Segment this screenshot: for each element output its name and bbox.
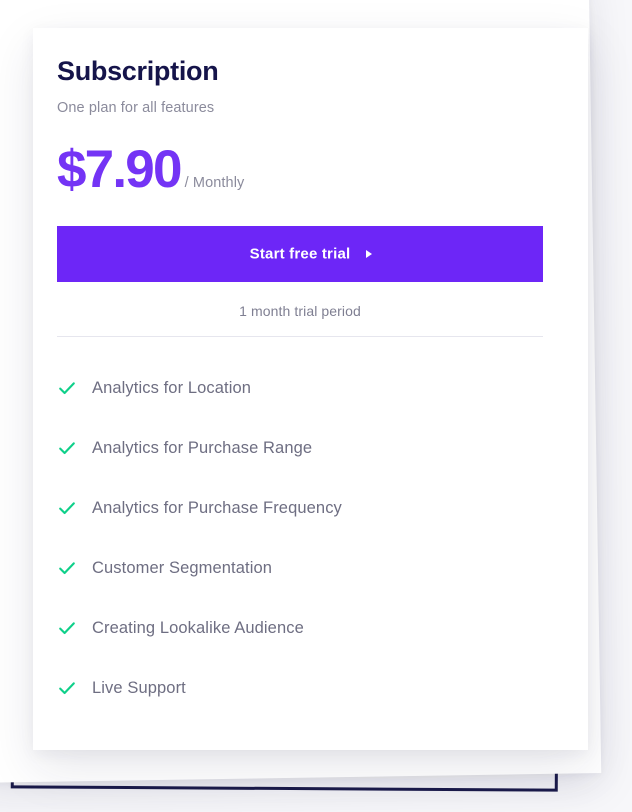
check-icon [59, 502, 75, 515]
list-item: Creating Lookalike Audience [57, 598, 576, 658]
screenshot-stage: Subscription One plan for all features $… [0, 0, 632, 812]
check-icon [59, 442, 75, 455]
feature-label: Analytics for Purchase Range [92, 438, 313, 457]
start-free-trial-label: Start free trial [249, 245, 351, 263]
check-icon [59, 622, 75, 635]
feature-label: Analytics for Location [92, 378, 252, 397]
card-subtitle: One plan for all features [57, 100, 215, 116]
play-triangle-icon [366, 250, 372, 258]
page-title: Subscription [57, 56, 219, 86]
feature-label: Customer Segmentation [92, 558, 273, 577]
price-period: / Monthly [184, 175, 245, 191]
list-item: Live Support [57, 658, 576, 718]
check-icon [59, 562, 75, 575]
price-amount: $7.90 [57, 140, 182, 199]
check-icon [59, 682, 75, 695]
feature-label: Live Support [92, 678, 186, 697]
list-item: Customer Segmentation [57, 538, 576, 598]
feature-list: Analytics for Location Analytics for Pur… [57, 358, 576, 718]
list-item: Analytics for Location [57, 358, 576, 418]
feature-label: Analytics for Purchase Frequency [92, 498, 342, 517]
feature-label: Creating Lookalike Audience [92, 618, 304, 637]
section-divider [57, 336, 543, 337]
trial-period-note: 1 month trial period [239, 303, 361, 319]
start-free-trial-button[interactable]: Start free trial [57, 226, 543, 282]
subscription-pricing-card: Subscription One plan for all features $… [33, 28, 588, 750]
price-row: $7.90 / Monthly [57, 142, 576, 198]
card-content: Subscription One plan for all features $… [57, 55, 576, 718]
check-icon [59, 382, 75, 395]
list-item: Analytics for Purchase Frequency [57, 478, 576, 538]
list-item: Analytics for Purchase Range [57, 418, 576, 478]
